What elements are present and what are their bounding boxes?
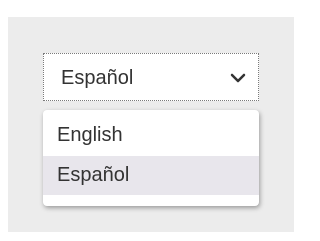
language-option-english[interactable]: English [43,116,259,155]
language-option-espanol[interactable]: Español [43,156,259,195]
language-dropdown-list: English Español [43,110,259,206]
chevron-down-icon[interactable] [230,71,246,83]
language-select[interactable]: Español [43,53,259,101]
language-select-value: Español [61,67,134,89]
